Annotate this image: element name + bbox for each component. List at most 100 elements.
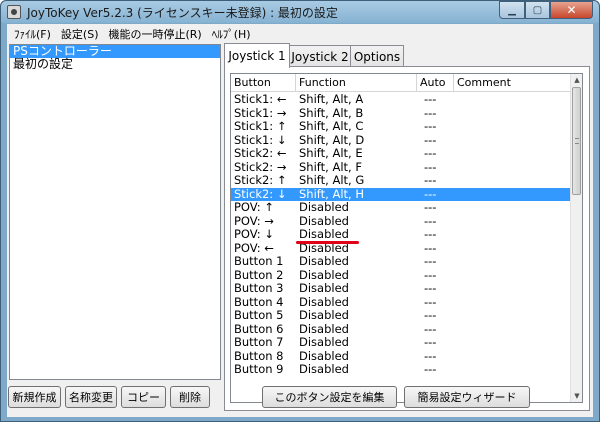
new-profile-button[interactable]: 新規作成 <box>8 386 61 408</box>
grid-cell-button: Button 1 <box>234 254 284 268</box>
grid-vertical-scrollbar[interactable]: ▲ ▼ <box>570 74 582 402</box>
grid-cell-button: Button 6 <box>234 321 284 336</box>
grid-cell-button: Button 7 <box>234 335 284 349</box>
grid-cell-button: Stick2: → <box>234 159 287 174</box>
caption-buttons: ▁ ▢ ✕ <box>499 1 593 19</box>
table-row[interactable]: Stick1: ↑ Shift, Alt, C --- <box>231 119 571 134</box>
table-row[interactable]: Button 5 Disabled --- <box>231 308 571 323</box>
grid-cell-function: Shift, Alt, B <box>299 105 364 120</box>
tab-panel: Button Function Auto Comment Stick1: ← Sh… <box>224 66 590 411</box>
grid-cell-button: POV: ↓ <box>234 227 274 241</box>
edit-button-setting-button[interactable]: このボタン設定を編集 <box>262 386 397 408</box>
table-row[interactable]: Stick1: ← Shift, Alt, A --- <box>231 92 571 107</box>
profile-item[interactable]: 最初の設定 <box>10 58 220 71</box>
grid-cell-auto: --- <box>424 105 437 120</box>
table-row[interactable]: POV: → Disabled --- <box>231 213 571 229</box>
menu-help[interactable]: ﾍﾙﾌﾟ(H) <box>207 26 256 42</box>
grid-cell-function: Disabled <box>299 308 349 322</box>
grid-cell-button: Stick1: → <box>234 105 287 120</box>
grid-cell-auto: --- <box>424 294 437 309</box>
app-window: JoyToKey Ver5.2.3 (ライセンスキー未登録) : 最初の設定 ▁… <box>0 0 600 422</box>
grid-cell-button: POV: → <box>234 213 274 228</box>
table-row[interactable]: Stick1: ↓ Shift, Alt, D --- <box>231 132 571 148</box>
grid-cell-button: Button 2 <box>234 267 284 282</box>
grid-cell-auto: --- <box>424 227 437 241</box>
grid-cell-auto: --- <box>424 92 437 106</box>
button-assignment-grid[interactable]: Button Function Auto Comment Stick1: ← Sh… <box>230 73 583 403</box>
grid-cell-function: Shift, Alt, D <box>299 132 365 147</box>
grid-cell-auto: --- <box>424 159 437 174</box>
grid-cell-function: Disabled <box>299 294 349 309</box>
close-icon: ✕ <box>566 3 577 17</box>
grid-rows: Stick1: ← Shift, Alt, A --- Stick1: → Shift,… <box>231 92 571 377</box>
easy-setup-wizard-button[interactable]: 簡易設定ウィザード <box>404 386 530 408</box>
grid-cell-auto: --- <box>424 308 437 322</box>
grid-cell-auto: --- <box>424 213 437 228</box>
joystick-app-icon <box>7 5 21 19</box>
scrollbar-thumb[interactable] <box>572 87 581 195</box>
grid-cell-function: Shift, Alt, A <box>299 92 364 106</box>
table-row[interactable]: Stick1: → Shift, Alt, B --- <box>231 105 571 121</box>
grid-cell-button: Stick2: ← <box>234 146 287 160</box>
grid-header: Button Function Auto Comment <box>231 74 571 92</box>
menu-settings[interactable]: 設定(S) <box>56 26 104 42</box>
grid-cell-auto: --- <box>424 335 437 349</box>
column-header-button[interactable]: Button <box>231 74 296 92</box>
grid-cell-button: Stick1: ← <box>234 92 287 106</box>
scroll-up-icon[interactable]: ▲ <box>571 74 582 86</box>
tab-joystick-2[interactable]: Joystick 2 <box>289 45 351 67</box>
table-row[interactable]: Stick2: ← Shift, Alt, E --- <box>231 146 571 161</box>
grid-cell-function: Shift, Alt, G <box>299 173 365 187</box>
grid-cell-auto: --- <box>424 281 437 295</box>
tab-joystick-1[interactable]: Joystick 1 <box>224 43 290 68</box>
grid-cell-function: Disabled <box>299 348 349 363</box>
maximize-button[interactable]: ▢ <box>525 1 550 19</box>
table-row[interactable]: Button 9 Disabled --- <box>231 362 571 377</box>
red-underline-annotation <box>296 241 359 244</box>
grid-cell-auto: --- <box>424 254 437 268</box>
grid-cell-auto: --- <box>424 119 437 133</box>
table-row[interactable]: POV: ↑ Disabled --- <box>231 200 571 215</box>
table-row[interactable]: POV: ← Disabled --- <box>231 240 571 256</box>
menu-file[interactable]: ﾌｧｲﾙ(F) <box>9 26 56 42</box>
table-row[interactable]: Stick2: ↓ Shift, Alt, H --- <box>231 186 571 201</box>
grid-cell-function: Disabled <box>299 200 349 214</box>
copy-profile-button[interactable]: コピー <box>121 386 166 408</box>
grid-cell-function: Shift, Alt, E <box>299 146 363 160</box>
grid-cell-auto: --- <box>424 240 437 255</box>
grid-cell-function: Disabled <box>299 335 349 349</box>
table-row[interactable]: Stick2: ↑ Shift, Alt, G --- <box>231 173 571 188</box>
column-header-function[interactable]: Function <box>296 74 417 92</box>
table-row[interactable]: Button 7 Disabled --- <box>231 335 571 350</box>
table-row[interactable]: Button 2 Disabled --- <box>231 267 571 283</box>
minimize-icon: ▁ <box>508 4 516 16</box>
grid-cell-function: Disabled <box>299 362 349 376</box>
table-row[interactable]: Button 4 Disabled --- <box>231 294 571 310</box>
grid-cell-function: Disabled <box>299 213 349 228</box>
grid-cell-function: Disabled <box>299 254 349 268</box>
grid-cell-auto: --- <box>424 200 437 214</box>
table-row[interactable]: Button 6 Disabled --- <box>231 321 571 337</box>
grid-cell-function: Shift, Alt, H <box>299 186 364 201</box>
grid-cell-auto: --- <box>424 321 437 336</box>
close-button[interactable]: ✕ <box>550 1 593 19</box>
delete-profile-button[interactable]: 削除 <box>170 386 210 408</box>
scroll-down-icon[interactable]: ▼ <box>571 390 582 402</box>
column-header-comment[interactable]: Comment <box>454 74 571 92</box>
table-row[interactable]: Button 3 Disabled --- <box>231 281 571 296</box>
grid-cell-function: Disabled <box>299 321 349 336</box>
title-bar[interactable]: JoyToKey Ver5.2.3 (ライセンスキー未登録) : 最初の設定 ▁… <box>1 1 599 23</box>
table-row[interactable]: Button 8 Disabled --- <box>231 348 571 364</box>
table-row[interactable]: POV: ↓ Disabled --- <box>231 227 571 242</box>
grid-cell-button: Button 3 <box>234 281 284 295</box>
grid-cell-button: POV: ↑ <box>234 200 274 214</box>
column-header-auto[interactable]: Auto <box>417 74 454 92</box>
table-row[interactable]: Button 1 Disabled --- <box>231 254 571 269</box>
menu-pause[interactable]: 機能の一時停止(R) <box>104 26 207 42</box>
profile-list[interactable]: PSコントローラー 最初の設定 <box>9 44 221 380</box>
rename-profile-button[interactable]: 名称変更 <box>65 386 117 408</box>
table-row[interactable]: Stick2: → Shift, Alt, F --- <box>231 159 571 175</box>
minimize-button[interactable]: ▁ <box>499 1 525 19</box>
grid-cell-function: Disabled <box>299 281 349 295</box>
tab-options[interactable]: Options <box>350 45 404 67</box>
